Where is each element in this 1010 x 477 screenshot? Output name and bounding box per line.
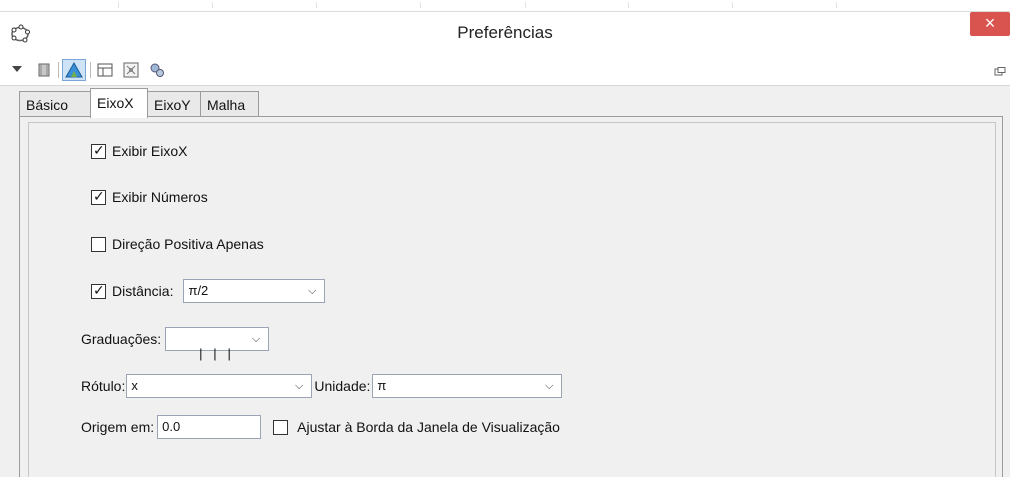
show-axis-checkbox[interactable] (91, 142, 106, 159)
distance-label: Distância: (112, 283, 174, 299)
positive-only-checkbox[interactable] (91, 236, 106, 252)
tab-eixoy[interactable]: EixoY (147, 91, 201, 117)
strip-tick (525, 2, 526, 8)
show-numbers-row: Exibir Números (91, 184, 208, 210)
axis-label-select[interactable]: x ⌵ (126, 374, 313, 398)
toolbar-separator (58, 62, 59, 78)
show-numbers-checkbox[interactable] (91, 188, 106, 205)
origin-input[interactable]: 0.0 (157, 415, 262, 439)
strip-tick (420, 2, 421, 8)
tab-eixox[interactable]: EixoX (90, 88, 148, 118)
show-axis-row: Exibir EixoX (91, 138, 187, 164)
distance-row: Distância: π/2 ⌵ (91, 278, 326, 304)
unit-select[interactable]: π ⌵ (372, 374, 563, 398)
unit-value: π (377, 378, 387, 393)
unit-label: Unidade: (314, 378, 371, 394)
show-numbers-label: Exibir Números (112, 189, 208, 205)
strip-tick (836, 2, 837, 8)
origin-label: Origem em: (81, 419, 155, 435)
strip-tick (118, 2, 119, 8)
positive-only-label: Direção Positiva Apenas (112, 236, 264, 252)
strip-tick (316, 2, 317, 8)
chevron-down-icon: ⌵ (295, 380, 304, 392)
axis-label-value: x (131, 378, 138, 393)
distance-select[interactable]: π/2 ⌵ (183, 279, 326, 303)
chevron-down-icon: ⌵ (545, 380, 554, 392)
algebra-icon[interactable] (121, 60, 141, 80)
show-axis-label: Exibir EixoX (112, 143, 188, 159)
advanced-settings-icon[interactable] (147, 60, 167, 80)
positive-only-row: Direção Positiva Apenas (91, 231, 264, 257)
distance-value: π/2 (188, 283, 209, 298)
label-unit-row: Rótulo: x ⌵ Unidade: π ⌵ (81, 373, 563, 399)
tab-malha[interactable]: Malha (200, 91, 259, 117)
strip-tick (628, 2, 629, 8)
settings-panel: Exibir EixoX Exibir Números Direção Posi… (19, 116, 1003, 477)
settings-panel-inner: Exibir EixoX Exibir Números Direção Posi… (28, 122, 996, 477)
strip-tick (212, 2, 213, 8)
title-bar: Preferências × (0, 12, 1010, 54)
axis-label-label: Rótulo: (81, 378, 126, 394)
strip-tick (732, 2, 733, 8)
chevron-down-icon: ⌵ (251, 333, 261, 345)
graphics-active-icon[interactable] (62, 59, 86, 81)
restore-window-icon[interactable] (994, 64, 1006, 76)
chevron-down-icon: ⌵ (308, 285, 317, 297)
distance-checkbox[interactable] (91, 282, 106, 299)
menu-triangle-icon[interactable] (8, 60, 28, 80)
layout-icon[interactable] (95, 60, 115, 80)
toolbar (0, 54, 1010, 86)
window-title: Preferências (457, 23, 553, 42)
close-button[interactable]: × (970, 12, 1010, 36)
ticks-row: Graduações: | | | ⌵ (81, 326, 270, 361)
ticks-label: Graduações: (81, 331, 162, 347)
snap-border-checkbox[interactable] (273, 419, 289, 435)
graphics-icon[interactable] (34, 60, 54, 80)
ticks-select[interactable]: | | | ⌵ (165, 327, 270, 361)
origin-row: Origem em: 0.0 Ajustar à Borda da Janela… (81, 414, 560, 440)
top-strip (0, 0, 1010, 12)
ticks-value: | | | (199, 346, 231, 361)
toolbar-separator (90, 62, 91, 78)
snap-border-label: Ajustar à Borda da Janela de Visualizaçã… (297, 419, 560, 435)
tab-basico[interactable]: Básico (19, 91, 91, 117)
